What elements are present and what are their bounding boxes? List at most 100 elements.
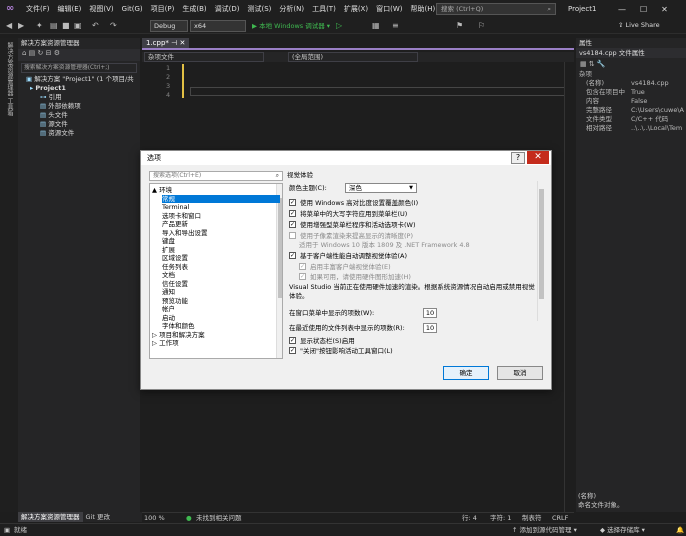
options-tree-item[interactable]: 字体和颜色 [162, 322, 195, 330]
zoom-level[interactable]: 100 % [144, 513, 165, 523]
menu-item[interactable]: Git(G) [118, 0, 147, 18]
checkbox[interactable]: ✓ [289, 199, 296, 206]
dialog-close-button[interactable]: ✕ [527, 151, 549, 164]
add-to-source-control-button[interactable]: ↑ 添加到源代码管理 ▾ [512, 524, 577, 536]
checkbox[interactable]: ✓ [289, 337, 296, 344]
forward-icon[interactable]: ▶ [18, 20, 24, 32]
options-tree-scrollbar[interactable] [276, 184, 282, 358]
menu-item[interactable]: 工具(T) [308, 0, 340, 18]
menu-item[interactable]: 分析(N) [275, 0, 308, 18]
options-tree-item[interactable]: 文档 [162, 271, 175, 279]
close-icon[interactable]: ✕ [180, 39, 186, 47]
property-row[interactable]: 完整路径 C:\Users\cuwe\A [576, 106, 686, 115]
options-tree-item[interactable]: 通知 [162, 288, 175, 296]
editor-scrollbar[interactable] [564, 62, 574, 512]
options-tree-item[interactable]: 预览功能 [162, 297, 188, 305]
options-tree-item[interactable]: 键盘 [162, 237, 175, 245]
window-menu-items-input[interactable]: 10 [423, 308, 437, 318]
tree-item[interactable]: ▤ 头文件 [22, 111, 140, 120]
tree-item[interactable]: ▣ 解决方案 "Project1" (1 个项目/共 [22, 75, 140, 84]
checkbox[interactable]: ✓ [299, 273, 306, 280]
ok-button[interactable]: 确定 [443, 366, 489, 380]
menu-item[interactable]: 编辑(E) [54, 0, 86, 18]
options-tree-item[interactable]: 帐户 [162, 305, 175, 313]
options-search-input[interactable]: 搜索选项(Ctrl+E) ⌕ [149, 171, 283, 181]
options-tree-item[interactable]: 导入和导出设置 [162, 229, 208, 237]
options-tree-item[interactable]: ▲ 环境 [152, 186, 172, 194]
options-tree-item[interactable]: 区域设置 [162, 254, 188, 262]
cursor-column[interactable]: 字符: 1 [490, 513, 511, 523]
menu-item[interactable]: 扩展(X) [340, 0, 372, 18]
recent-files-input[interactable]: 10 [423, 323, 437, 333]
tree-item[interactable]: ▤ 资源文件 [22, 129, 140, 138]
options-tree-item[interactable]: 启动 [162, 314, 175, 322]
options-tree-item[interactable]: ▷ 项目和解决方案 [152, 331, 205, 339]
toolbar-comment-icon[interactable]: ≡ [392, 20, 399, 32]
cancel-button[interactable]: 取消 [497, 366, 543, 380]
cursor-line[interactable]: 行: 4 [462, 513, 477, 523]
checkbox[interactable]: ✓ [289, 252, 296, 259]
left-strip-solution-explorer[interactable]: 解决方案资源管理器 [5, 42, 14, 96]
options-tree-item[interactable]: ▷ 工作项 [152, 339, 179, 347]
property-row[interactable]: 内容 False [576, 97, 686, 106]
notifications-icon[interactable]: 🔔 [676, 524, 684, 536]
new-project-icon[interactable]: ✦ [36, 20, 43, 32]
checkbox[interactable]: ✓ [299, 263, 306, 270]
start-without-debugging-icon[interactable]: ▷ [336, 20, 342, 32]
scrollbar-thumb[interactable] [539, 189, 544, 299]
toolbar-bookmark-next-icon[interactable]: ⚐ [478, 20, 485, 32]
scope-dropdown[interactable]: (全局范围) [288, 52, 418, 62]
minimize-icon[interactable]: — [618, 5, 626, 14]
options-tree-item[interactable]: 扩展 [162, 246, 175, 254]
property-row[interactable]: 文件类型 C/C++ 代码 [576, 115, 686, 124]
checkbox[interactable]: ✓ [289, 347, 296, 354]
property-row[interactable]: (名称) vs4184.cpp [576, 79, 686, 88]
tab-1-cpp[interactable]: 1.cpp* ⊣ ✕ [142, 38, 190, 48]
pin-icon[interactable]: ⊣ [171, 39, 177, 47]
scrollbar-thumb[interactable] [278, 198, 282, 298]
platform-dropdown[interactable]: x64 [190, 20, 246, 32]
property-row[interactable]: 相对路径 ..\..\..\Local\Tem [576, 124, 686, 133]
properties-section[interactable]: 杂项 [576, 70, 686, 79]
redo-icon[interactable]: ↷ [110, 20, 117, 32]
menu-item[interactable]: 窗口(W) [372, 0, 406, 18]
menu-item[interactable]: 测试(S) [243, 0, 275, 18]
configuration-dropdown[interactable]: Debug [150, 20, 188, 32]
tree-item[interactable]: ▤ 外部依赖项 [22, 102, 140, 111]
select-repository-button[interactable]: ◆ 选择存储库 ▾ [600, 524, 645, 536]
menu-item[interactable]: 视图(V) [85, 0, 117, 18]
issues-status[interactable]: 未找到相关问题 [196, 513, 242, 523]
checkbox[interactable]: ✓ [289, 221, 296, 228]
search-input[interactable]: 搜索 (Ctrl+Q) ⌕ [436, 3, 556, 15]
toolbar-tools-icon[interactable]: ▦ [372, 20, 380, 32]
options-tree-item[interactable]: 常规 [162, 194, 280, 203]
properties-object[interactable]: vs4184.cpp 文件属性 [576, 48, 686, 58]
options-tree-item[interactable]: 产品更新 [162, 220, 188, 228]
toolbar-bookmark-icon[interactable]: ⚑ [456, 20, 463, 32]
menu-item[interactable]: 项目(P) [147, 0, 179, 18]
help-button[interactable]: ? [511, 152, 525, 164]
solution-search-input[interactable]: 搜索解决方案资源管理器(Ctrl+;) [21, 63, 137, 73]
current-line-highlight[interactable] [190, 87, 570, 96]
line-ending[interactable]: CRLF [552, 513, 568, 523]
start-debugger-button[interactable]: ▶ 本地 Windows 调试器 ▾ [252, 20, 330, 32]
options-tree-item[interactable]: Terminal [162, 203, 189, 211]
checkbox[interactable] [289, 232, 296, 239]
options-pane-scrollbar[interactable] [537, 181, 544, 321]
project-dropdown[interactable]: 杂项文件 [144, 52, 264, 62]
property-row[interactable]: 包含在项目中 True [576, 88, 686, 97]
menu-item[interactable]: 帮助(H) [406, 0, 439, 18]
save-icon[interactable]: ■ [62, 20, 70, 32]
undo-icon[interactable]: ↶ [92, 20, 99, 32]
live-share-button[interactable]: ⇪ Live Share [618, 21, 660, 29]
left-strip-toolbox[interactable]: 工具箱 [5, 98, 14, 116]
menu-item[interactable]: 调试(D) [211, 0, 244, 18]
menu-item[interactable]: 文件(F) [22, 0, 54, 18]
maximize-icon[interactable]: ☐ [640, 5, 647, 14]
solution-toolbar-icons[interactable]: ⌂ ▤ ↻ ⊟ ⚙ [18, 49, 60, 57]
indent-mode[interactable]: 制表符 [522, 513, 542, 523]
tree-item[interactable]: ▤ 源文件 [22, 120, 140, 129]
tab-solution-explorer[interactable]: 解决方案资源管理器 [18, 512, 83, 522]
properties-toolbar-icons[interactable]: ▦ ⇅ 🔧 [576, 58, 686, 70]
tree-item[interactable]: ▸ Project1 [22, 84, 140, 93]
